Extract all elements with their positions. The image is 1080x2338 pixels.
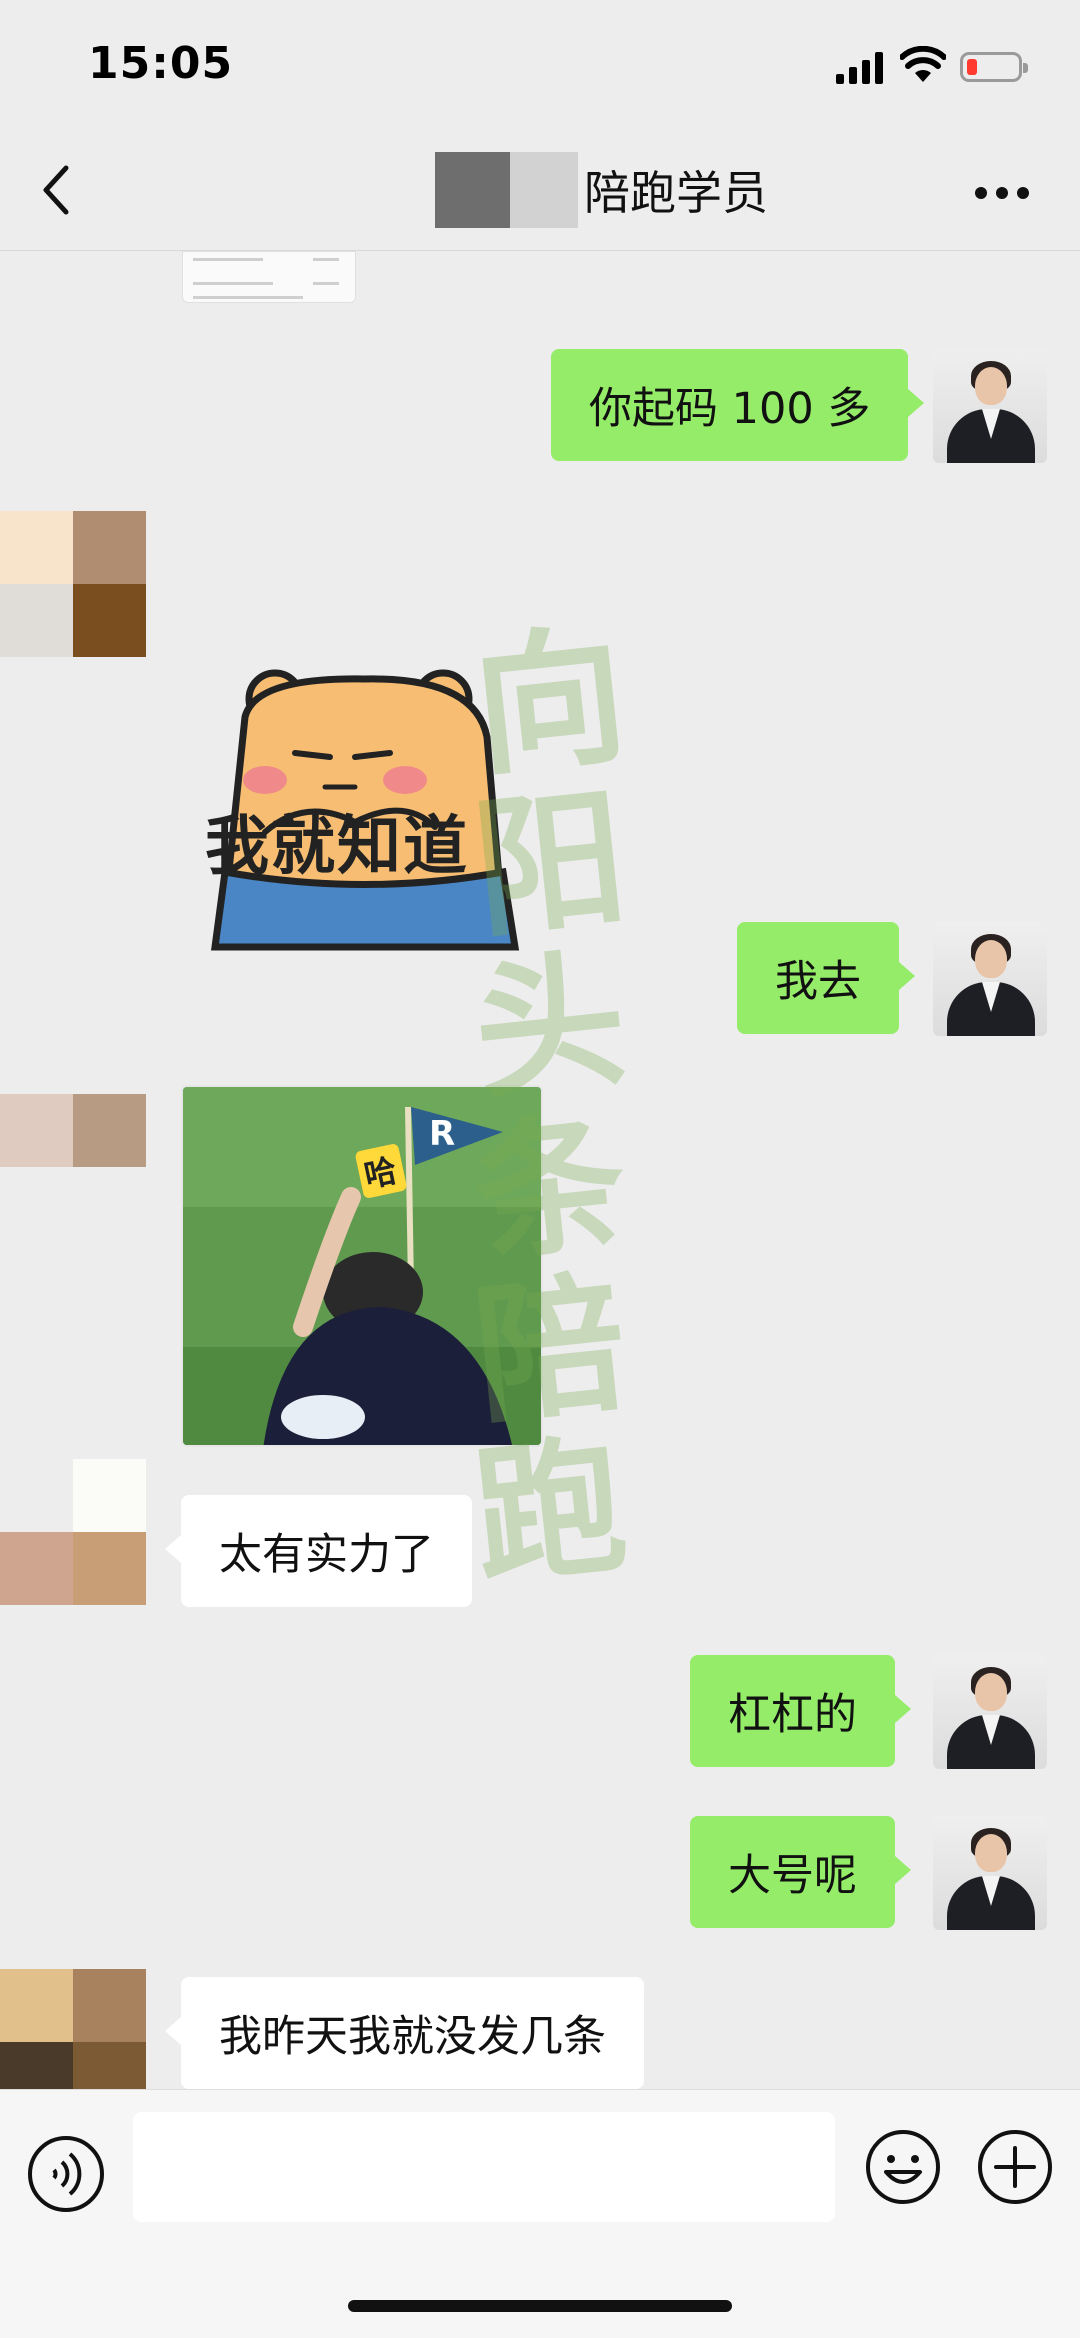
avatar[interactable]: [0, 1094, 146, 1240]
chat-message-list[interactable]: 你起码 100 多 我就知道 我去 R 哈 太有实力了 杠杠的 大号呢 我昨天我…: [0, 251, 1080, 2089]
battery-icon: [960, 52, 1028, 82]
wifi-icon: [900, 46, 946, 82]
message-bubble-sent[interactable]: 你起码 100 多: [551, 349, 925, 461]
more-dots-icon[interactable]: [974, 185, 1030, 201]
redacted-name-block: [510, 152, 578, 228]
message-bubble-sent[interactable]: 杠杠的: [690, 1655, 911, 1767]
home-indicator[interactable]: [348, 2300, 732, 2312]
watermark-char: 跑: [466, 1416, 634, 1608]
message-bubble-received[interactable]: 我昨天我就没发几条: [165, 1977, 644, 2089]
message-bubble-sent[interactable]: 我去: [737, 922, 915, 1034]
partial-image-message[interactable]: [182, 251, 356, 303]
avatar[interactable]: [933, 1655, 1047, 1769]
avatar[interactable]: [933, 1816, 1047, 1930]
chat-header: 陪跑学员: [0, 130, 1080, 251]
chat-title-group: 陪跑学员: [435, 148, 768, 232]
avatar[interactable]: [933, 349, 1047, 463]
cellular-signal-icon: [836, 52, 883, 84]
flag-text: R: [429, 1114, 455, 1154]
message-bubble-received[interactable]: 太有实力了: [165, 1495, 472, 1607]
sticker-caption: 我就知道: [205, 810, 469, 884]
status-time: 15:05: [88, 38, 234, 89]
status-bar: 15:05: [0, 0, 1080, 130]
chevron-left-icon[interactable]: [38, 160, 78, 220]
chat-title: 陪跑学员: [584, 166, 768, 220]
avatar[interactable]: [933, 922, 1047, 1036]
message-bubble-sent[interactable]: 大号呢: [690, 1816, 911, 1928]
avatar[interactable]: [0, 1969, 146, 2089]
redacted-name-block: [435, 152, 510, 228]
avatar[interactable]: [0, 1459, 146, 1605]
avatar[interactable]: [0, 511, 146, 657]
golf-photo-image: R 哈: [183, 1087, 541, 1445]
voice-icon[interactable]: [26, 2134, 106, 2214]
photo-message[interactable]: R 哈: [181, 1085, 543, 1447]
message-input[interactable]: [133, 2112, 835, 2222]
input-bar: [0, 2089, 1080, 2338]
plus-icon[interactable]: [976, 2128, 1054, 2206]
emoji-icon[interactable]: [864, 2128, 942, 2206]
